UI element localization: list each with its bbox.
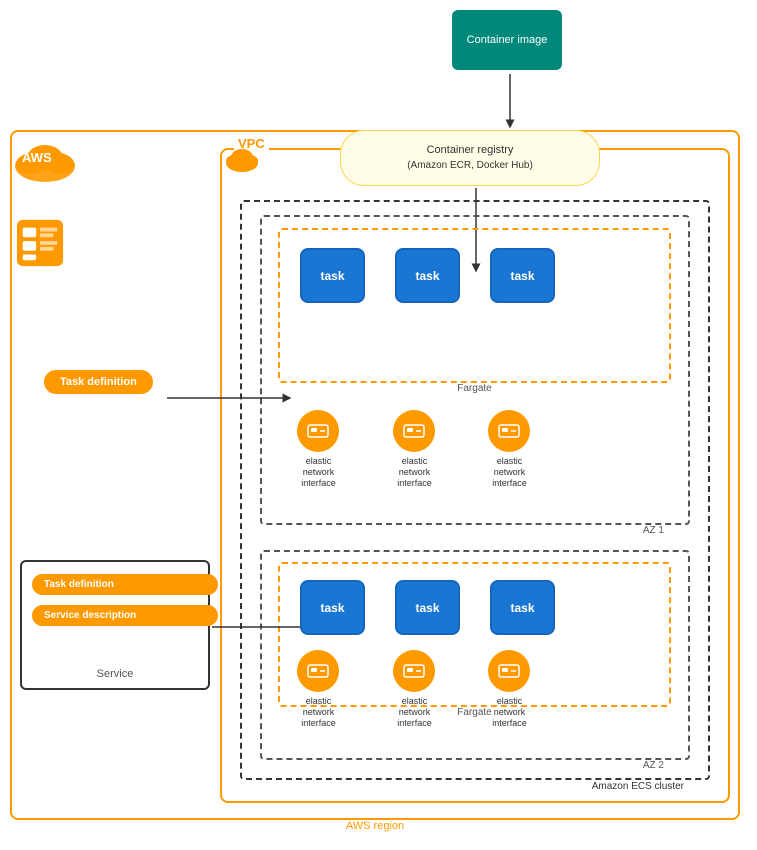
eni-az1-3-label: elastic networkinterface	[482, 456, 537, 488]
eni-az2-2-icon	[393, 650, 435, 692]
eni-az1-1-label: elastic networkinterface	[291, 456, 346, 488]
eni-az1-2-group: elastic networkinterface	[393, 410, 435, 452]
eni-az2-3-icon	[488, 650, 530, 692]
service-task-def-pill[interactable]: Task definition	[32, 574, 218, 595]
eni-az1-3-icon	[488, 410, 530, 452]
task-definition-standalone[interactable]: Task definition	[44, 370, 153, 394]
eni-az1-3-group: elastic networkinterface	[488, 410, 530, 452]
eni-az1-2-icon	[393, 410, 435, 452]
task-box-az2-3: task	[490, 580, 555, 635]
container-registry-box: Container registry(Amazon ECR, Docker Hu…	[340, 130, 600, 186]
eni-az2-3-label: elastic networkinterface	[482, 696, 537, 728]
eni-az1-1-icon	[297, 410, 339, 452]
container-image-box: Container image	[452, 10, 562, 70]
eni-az1-2-label: elastic networkinterface	[387, 456, 442, 488]
task-box-az1-1: task	[300, 248, 365, 303]
task-box-az1-2: task	[395, 248, 460, 303]
arrow-image-to-registry	[500, 72, 520, 132]
task-box-az1-3: task	[490, 248, 555, 303]
container-image-label: Container image	[467, 34, 548, 46]
eni-az2-2-label: elastic networkinterface	[387, 696, 442, 728]
eni-az2-2-group: elastic networkinterface	[393, 650, 435, 692]
eni-network-icon5	[402, 659, 426, 683]
service-label: Service	[97, 668, 134, 680]
az2-label: AZ 2	[639, 760, 668, 771]
eni-az2-1-icon	[297, 650, 339, 692]
eni-az1-1-group: elastic networkinterface	[297, 410, 339, 452]
ecs-cluster-label: Amazon ECS cluster	[588, 781, 688, 792]
eni-network-icon	[306, 419, 330, 443]
container-registry-label: Container registry(Amazon ECR, Docker Hu…	[407, 143, 533, 174]
fargate-label1: Fargate	[453, 383, 495, 394]
eni-network-icon3	[497, 419, 521, 443]
eni-az2-3-group: elastic networkinterface	[488, 650, 530, 692]
eni-az2-1-group: elastic networkinterface	[297, 650, 339, 692]
aws-label: AWS	[22, 150, 52, 165]
task-box-az2-1: task	[300, 580, 365, 635]
task-box-az2-2: task	[395, 580, 460, 635]
eni-network-icon2	[402, 419, 426, 443]
service-desc-pill[interactable]: Service description	[32, 605, 218, 626]
aws-region-label: AWS region	[342, 820, 408, 832]
eni-network-icon4	[306, 659, 330, 683]
ecs-icon	[15, 218, 65, 268]
service-box: Task definition Service description Serv…	[20, 560, 210, 690]
az1-label: AZ 1	[639, 525, 668, 536]
eni-network-icon6	[497, 659, 521, 683]
eni-az2-1-label: elastic networkinterface	[291, 696, 346, 728]
vpc-cloud-icon	[222, 145, 262, 173]
